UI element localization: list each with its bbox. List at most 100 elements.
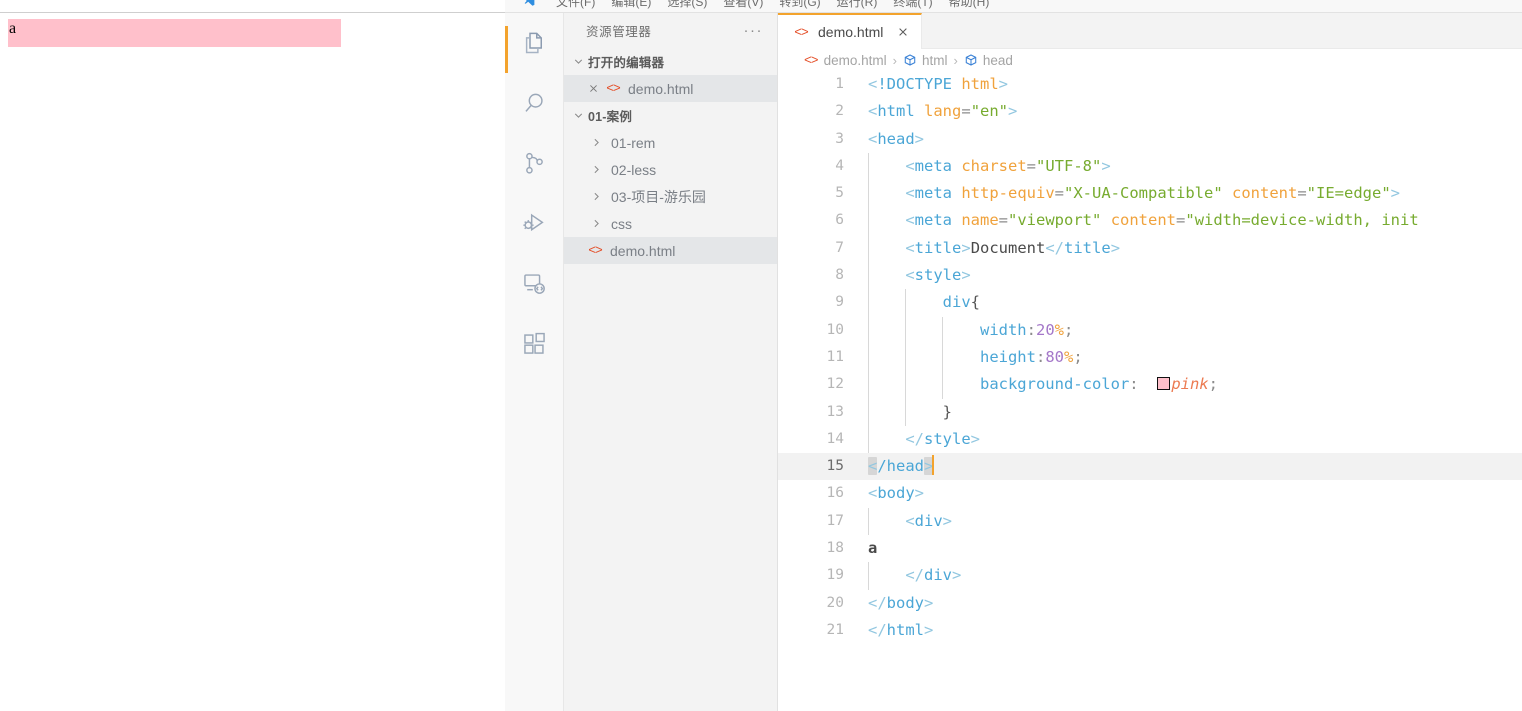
tab-label: demo.html xyxy=(818,24,884,40)
browser-chrome-strip xyxy=(0,0,505,13)
menu-bar: 文件(F) 编辑(E) 选择(S) 查看(V) 转到(G) 运行(R) 终端(T… xyxy=(505,0,1522,13)
tree-item-label: css xyxy=(611,215,632,232)
tree-item-03-project-amusement-park[interactable]: 03-项目-游乐园 xyxy=(564,183,777,210)
code-line[interactable]: 6 <meta name="viewport" content="width=d… xyxy=(778,207,1522,235)
breadcrumb-separator: › xyxy=(953,52,958,68)
breadcrumb-item-head[interactable]: head xyxy=(983,53,1013,68)
rendered-pink-div: a xyxy=(8,19,341,47)
menu-item-view[interactable]: 查看(V) xyxy=(715,0,771,10)
code-line[interactable]: 3 <head> xyxy=(778,126,1522,153)
line-number: 7 xyxy=(835,239,844,256)
text-cursor xyxy=(932,455,935,476)
code-line[interactable]: 20 </body> xyxy=(778,590,1522,617)
line-number: 11 xyxy=(826,348,844,365)
code-line[interactable]: 4 <meta charset="UTF-8"> xyxy=(778,152,1522,181)
menu-item-edit[interactable]: 编辑(E) xyxy=(603,0,659,10)
tree-item-label: 01-rem xyxy=(611,134,656,151)
tab-demo-html[interactable]: <> demo.html xyxy=(778,13,923,49)
line-number: 3 xyxy=(835,130,844,147)
code-line[interactable]: 14 </style> xyxy=(778,425,1522,454)
symbol-cube-icon xyxy=(964,53,978,67)
code-line[interactable]: 18 a xyxy=(778,535,1522,562)
line-number: 12 xyxy=(826,376,844,393)
open-editor-item-demo-html[interactable]: <> demo.html xyxy=(564,75,777,102)
line-number: 9 xyxy=(835,294,844,311)
browser-preview-pane: a xyxy=(0,0,505,711)
code-line[interactable]: 12 background-color: pink; xyxy=(778,371,1522,399)
line-number: 19 xyxy=(826,567,844,584)
chevron-right-icon xyxy=(588,216,604,232)
line-number: 13 xyxy=(826,403,844,420)
chevron-right-icon xyxy=(588,162,604,178)
close-icon[interactable] xyxy=(895,24,911,40)
line-number: 20 xyxy=(826,594,844,611)
editor-area: <> demo.html <> demo.html › html › head … xyxy=(778,13,1522,711)
code-line[interactable]: 7 <title>Document</title> xyxy=(778,234,1522,263)
section-open-editors[interactable]: 打开的编辑器 xyxy=(564,48,777,75)
line-number: 5 xyxy=(835,185,844,202)
menu-item-selection[interactable]: 选择(S) xyxy=(659,0,715,10)
code-line[interactable]: 8 <style> xyxy=(778,262,1522,290)
close-icon[interactable] xyxy=(584,80,602,98)
code-line-active[interactable]: 15 </head> xyxy=(778,453,1522,481)
breadcrumb-separator: › xyxy=(892,52,897,68)
code-line[interactable]: 17 <div> xyxy=(778,507,1522,536)
code-line[interactable]: 16 <body> xyxy=(778,480,1522,507)
editor-tabs-row: <> demo.html xyxy=(778,13,1522,49)
extensions-icon[interactable] xyxy=(505,313,564,373)
line-number: 15 xyxy=(826,458,844,475)
color-swatch-pink[interactable] xyxy=(1157,377,1171,391)
menu-item-terminal[interactable]: 终端(T) xyxy=(885,0,940,10)
line-number: 14 xyxy=(826,430,844,447)
vscode-logo-icon xyxy=(523,0,536,8)
line-number: 16 xyxy=(826,485,844,502)
chevron-right-icon xyxy=(588,189,604,205)
activity-bar xyxy=(505,13,564,711)
code-line[interactable]: 13 } xyxy=(778,398,1522,426)
code-editor[interactable]: 1 <!DOCTYPE html> 2 <html lang="en"> 3 <… xyxy=(778,71,1522,711)
html5-icon: <> xyxy=(606,81,621,96)
menu-item-run[interactable]: 运行(R) xyxy=(829,0,886,10)
code-line[interactable]: 10 width:20%; xyxy=(778,316,1522,344)
workspace-folder-label: 01-案例 xyxy=(588,110,633,124)
chevron-down-icon xyxy=(570,108,586,124)
code-line[interactable]: 1 <!DOCTYPE html> xyxy=(778,71,1522,98)
tree-item-02-less[interactable]: 02-less xyxy=(564,156,777,183)
explorer-sidebar: 资源管理器 ··· 打开的编辑器 <> demo.html 01-案例 01-r… xyxy=(564,13,778,711)
menu-item-help[interactable]: 帮助(H) xyxy=(941,0,998,10)
line-number: 17 xyxy=(826,512,844,529)
breadcrumb-item-html[interactable]: html xyxy=(922,53,948,68)
html5-icon: <> xyxy=(794,24,809,40)
run-and-debug-icon[interactable] xyxy=(505,193,564,253)
sidebar-title-row: 资源管理器 ··· xyxy=(564,13,777,48)
code-line[interactable]: 19 </div> xyxy=(778,562,1522,590)
section-workspace-folder[interactable]: 01-案例 xyxy=(564,102,777,129)
html5-icon: <> xyxy=(588,243,603,258)
sidebar-title: 资源管理器 xyxy=(586,25,652,39)
line-number: 4 xyxy=(835,157,844,174)
breadcrumb: <> demo.html › html › head xyxy=(778,49,1522,71)
menu-item-go[interactable]: 转到(G) xyxy=(771,0,828,10)
line-number: 21 xyxy=(826,621,844,638)
section-open-editors-label: 打开的编辑器 xyxy=(588,56,665,70)
code-line[interactable]: 9 div{ xyxy=(778,289,1522,317)
code-line[interactable]: 21 </html> xyxy=(778,617,1522,644)
sidebar-more-actions-icon[interactable]: ··· xyxy=(744,23,764,38)
tree-item-demo-html[interactable]: <> demo.html xyxy=(564,237,777,264)
line-number: 6 xyxy=(835,212,844,229)
code-line[interactable]: 2 <html lang="en"> xyxy=(778,98,1522,125)
tree-item-css[interactable]: css xyxy=(564,210,777,237)
breadcrumb-item-file[interactable]: demo.html xyxy=(824,53,887,68)
line-number: 18 xyxy=(826,540,844,557)
menu-item-file[interactable]: 文件(F) xyxy=(548,0,603,10)
line-number: 8 xyxy=(835,267,844,284)
tree-item-01-rem[interactable]: 01-rem xyxy=(564,129,777,156)
tree-item-label: demo.html xyxy=(610,242,676,259)
code-line[interactable]: 11 height:80%; xyxy=(778,343,1522,372)
source-control-icon[interactable] xyxy=(505,133,564,193)
search-icon[interactable] xyxy=(505,73,564,133)
explorer-icon[interactable] xyxy=(505,13,564,73)
code-line[interactable]: 5 <meta http-equiv="X-UA-Compatible" con… xyxy=(778,180,1522,208)
line-number: 2 xyxy=(835,103,844,120)
remote-explorer-icon[interactable] xyxy=(505,253,564,313)
